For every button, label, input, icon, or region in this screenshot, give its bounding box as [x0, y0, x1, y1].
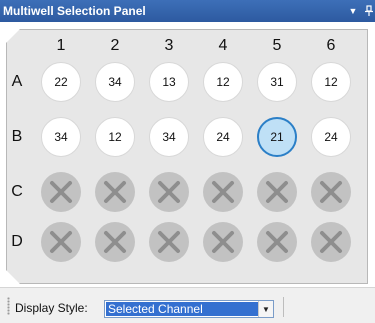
x-icon	[266, 231, 288, 253]
well[interactable]: 24	[203, 117, 243, 157]
well-disabled	[149, 172, 189, 212]
well[interactable]: 34	[95, 62, 135, 102]
x-icon	[158, 231, 180, 253]
column-header[interactable]: 1	[38, 37, 84, 55]
well[interactable]: 34	[41, 117, 81, 157]
column-header[interactable]: 5	[254, 37, 300, 55]
well-value: 22	[54, 75, 68, 89]
well[interactable]: 31	[257, 62, 297, 102]
well[interactable]: 22	[41, 62, 81, 102]
display-style-dropdown[interactable]: Selected Channel ▼	[104, 300, 274, 318]
x-icon	[212, 181, 234, 203]
well-value: 12	[216, 75, 230, 89]
x-icon	[212, 231, 234, 253]
well-disabled	[41, 222, 81, 262]
well-value: 21	[270, 130, 284, 144]
well-value: 34	[54, 130, 68, 144]
row-header[interactable]: D	[10, 233, 24, 251]
display-style-toolbar: Display Style: Selected Channel ▼	[0, 287, 375, 323]
well-disabled	[257, 172, 297, 212]
x-icon	[50, 181, 72, 203]
chevron-down-icon[interactable]: ▼	[346, 0, 360, 22]
well-disabled	[95, 172, 135, 212]
well[interactable]: 12	[95, 117, 135, 157]
column-header[interactable]: 4	[200, 37, 246, 55]
display-style-label: Display Style:	[15, 301, 88, 315]
row-header[interactable]: A	[10, 73, 24, 91]
x-icon	[50, 231, 72, 253]
well-disabled	[149, 222, 189, 262]
well-disabled	[311, 172, 351, 212]
toolbar-grip[interactable]	[7, 297, 10, 315]
x-icon	[104, 181, 126, 203]
well[interactable]: 12	[203, 62, 243, 102]
well-value: 12	[108, 130, 122, 144]
row-header[interactable]: B	[10, 128, 24, 146]
well[interactable]: 13	[149, 62, 189, 102]
well[interactable]: 24	[311, 117, 351, 157]
pin-icon[interactable]	[362, 0, 375, 22]
well-disabled	[41, 172, 81, 212]
well-disabled	[203, 172, 243, 212]
column-header[interactable]: 6	[308, 37, 354, 55]
well[interactable]: 34	[149, 117, 189, 157]
x-icon	[104, 231, 126, 253]
x-icon	[320, 181, 342, 203]
x-icon	[158, 181, 180, 203]
multiwell-selection-panel: Multiwell Selection Panel ▼ 1 2 3 4 5 6 A 22 34 1…	[0, 0, 375, 323]
well-disabled	[95, 222, 135, 262]
panel-title: Multiwell Selection Panel	[3, 4, 146, 18]
panel-titlebar: Multiwell Selection Panel ▼	[0, 0, 375, 22]
well-value: 34	[162, 130, 176, 144]
toolbar-separator	[283, 297, 284, 317]
well[interactable]: 12	[311, 62, 351, 102]
x-icon	[266, 181, 288, 203]
chevron-down-icon[interactable]: ▼	[258, 301, 273, 317]
column-header[interactable]: 3	[146, 37, 192, 55]
well-value: 13	[162, 75, 176, 89]
well-disabled	[257, 222, 297, 262]
well-disabled	[311, 222, 351, 262]
well-value: 24	[216, 130, 230, 144]
row-header[interactable]: C	[10, 183, 24, 201]
well-value: 24	[324, 130, 338, 144]
well-value: 12	[324, 75, 338, 89]
well-selected[interactable]: 21	[257, 117, 297, 157]
column-header[interactable]: 2	[92, 37, 138, 55]
display-style-value[interactable]: Selected Channel	[106, 302, 259, 316]
well-value: 31	[270, 75, 284, 89]
x-icon	[320, 231, 342, 253]
well-disabled	[203, 222, 243, 262]
well-value: 34	[108, 75, 122, 89]
